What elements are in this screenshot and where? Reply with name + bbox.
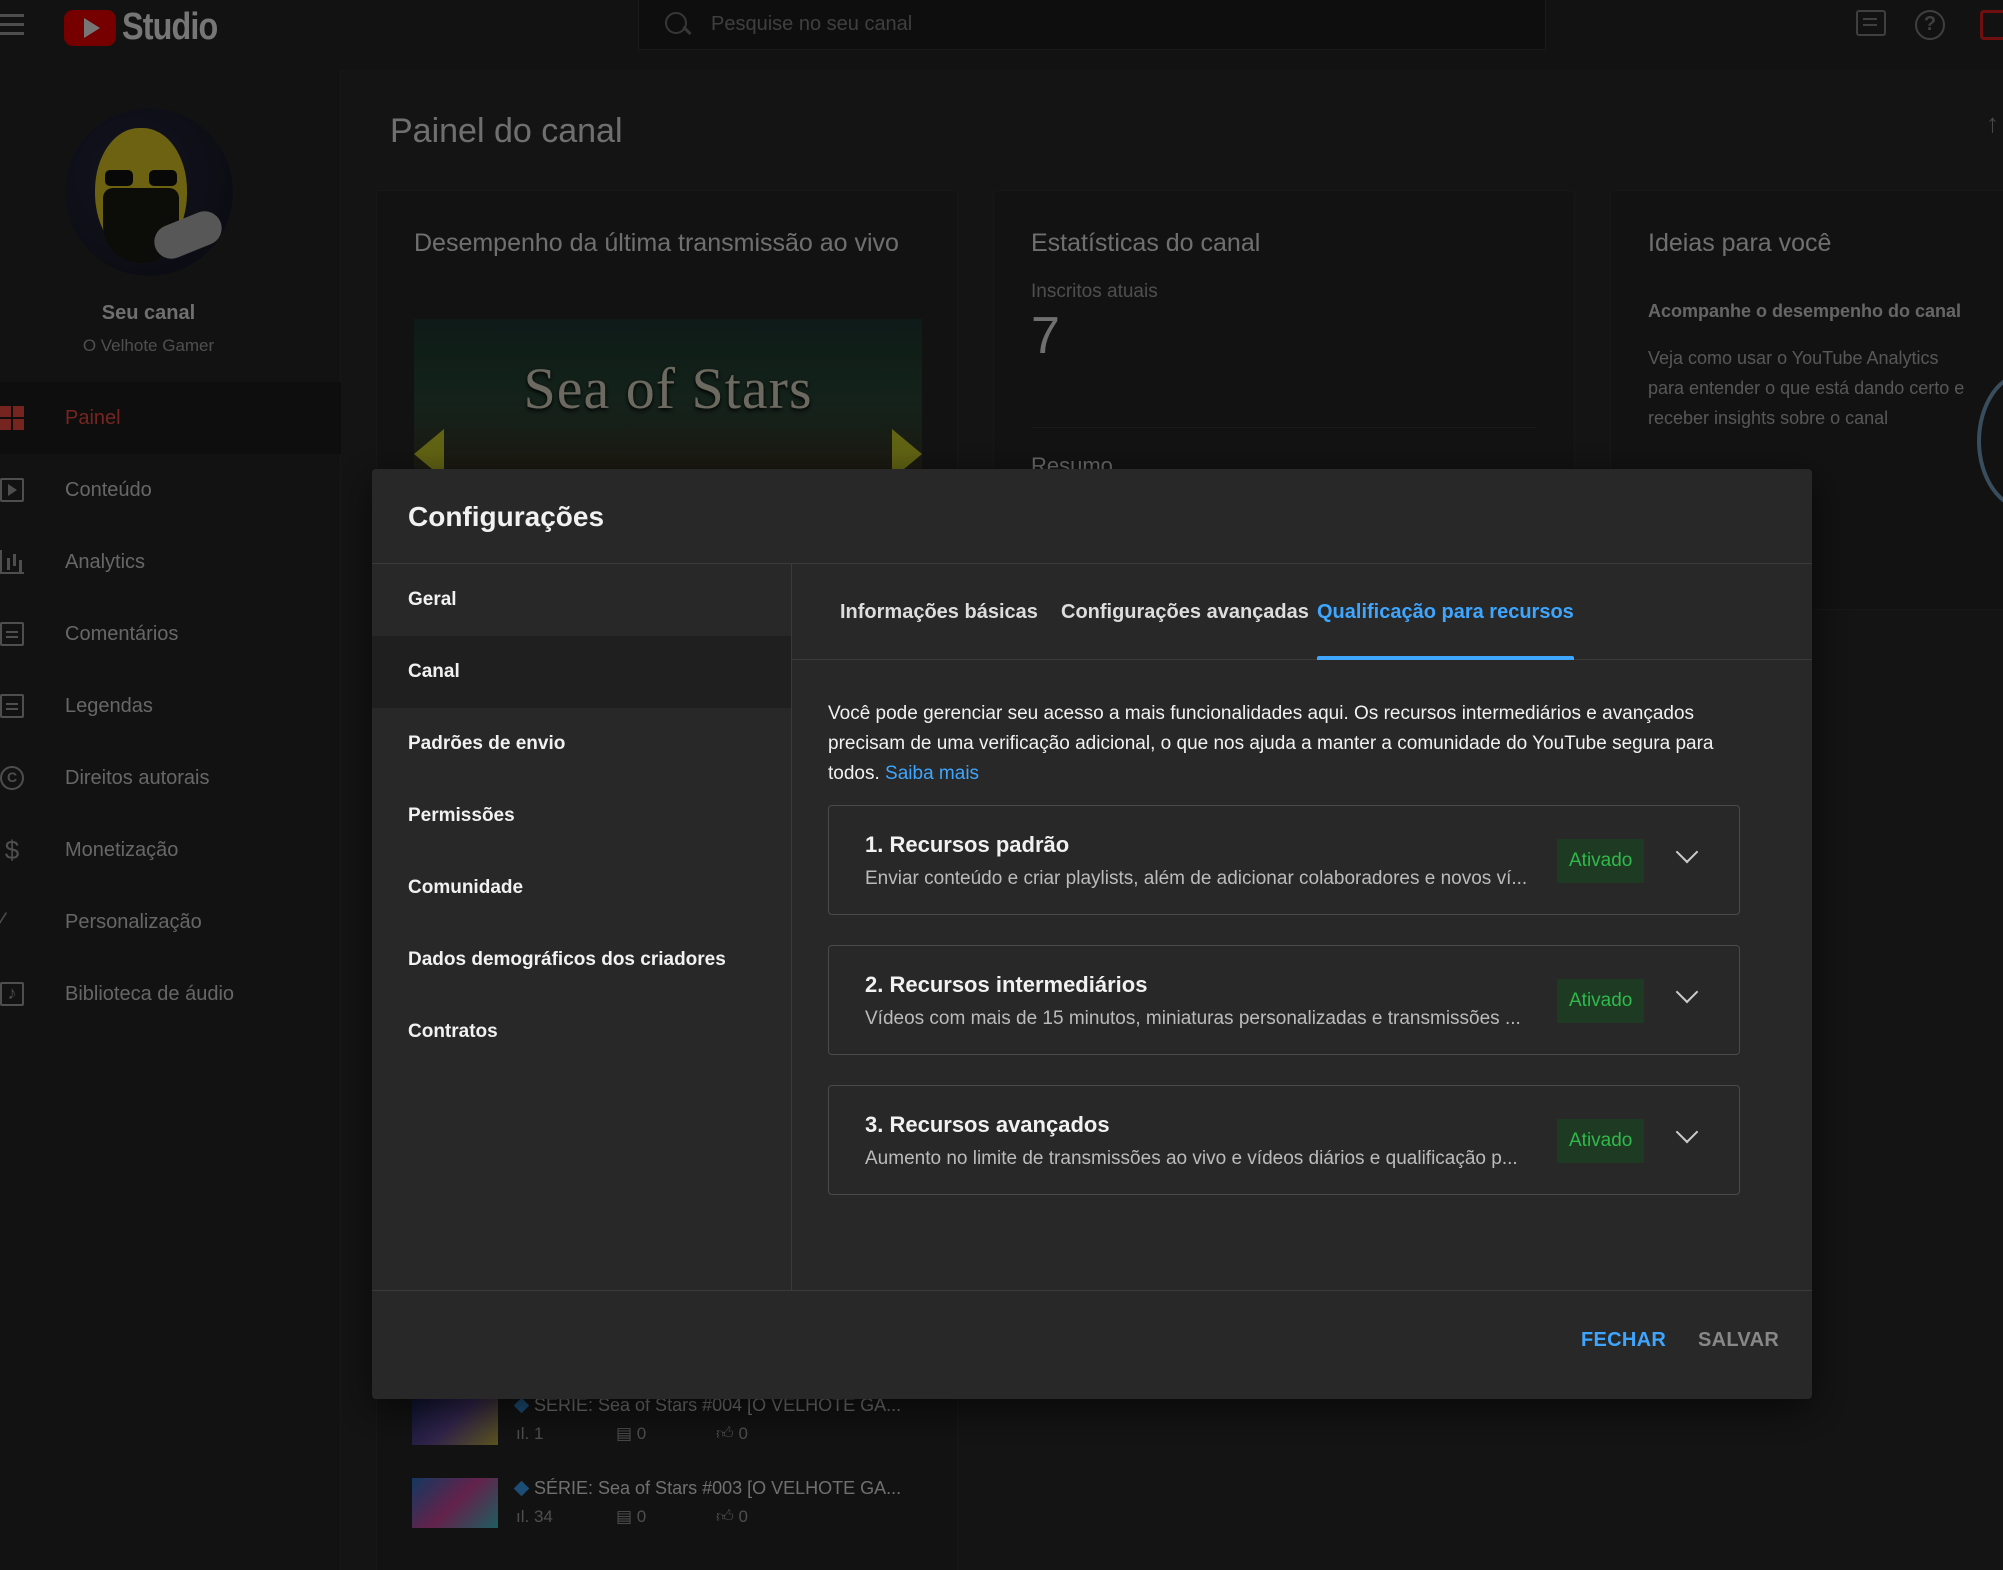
status-badge: Ativado [1557, 979, 1645, 1023]
tab-qualificacao-recursos[interactable]: Qualificação para recursos [1317, 564, 1574, 660]
settings-nav-comunidade[interactable]: Comunidade [372, 852, 791, 924]
settings-nav: Geral Canal Padrões de envio Permissões … [372, 564, 792, 1290]
status-badge: Ativado [1557, 839, 1645, 883]
feature-standard[interactable]: 1. Recursos padrão Enviar conteúdo e cri… [828, 805, 1740, 915]
settings-nav-geral[interactable]: Geral [372, 564, 791, 636]
dialog-title: Configurações [408, 501, 605, 532]
settings-nav-dados-demograficos[interactable]: Dados demográficos dos criadores [372, 924, 791, 996]
learn-more-link[interactable]: Saiba mais [885, 763, 979, 784]
chevron-down-icon[interactable] [1675, 840, 1699, 864]
settings-dialog: Configurações Geral Canal Padrões de env… [372, 469, 1812, 1399]
close-button[interactable]: FECHAR [1581, 1329, 1666, 1352]
feature-title: 3. Recursos avançados [865, 1112, 1110, 1137]
save-button[interactable]: SALVAR [1698, 1329, 1779, 1352]
chevron-down-icon[interactable] [1675, 980, 1699, 1004]
tab-configuracoes-avancadas[interactable]: Configurações avançadas [1061, 564, 1309, 660]
intro-text: Você pode gerenciar seu acesso a mais fu… [828, 699, 1758, 789]
feature-intermediate[interactable]: 2. Recursos intermediários Vídeos com ma… [828, 945, 1740, 1055]
settings-nav-contratos[interactable]: Contratos [372, 996, 791, 1068]
settings-nav-padroes-envio[interactable]: Padrões de envio [372, 708, 791, 780]
settings-tabs: Informações básicas Configurações avança… [792, 564, 1812, 660]
feature-title: 1. Recursos padrão [865, 832, 1070, 857]
settings-nav-canal[interactable]: Canal [372, 636, 791, 708]
feature-advanced[interactable]: 3. Recursos avançados Aumento no limite … [828, 1085, 1740, 1195]
dialog-footer: FECHAR SALVAR [372, 1290, 1812, 1399]
feature-description: Vídeos com mais de 15 minutos, miniatura… [865, 1008, 1521, 1029]
tab-informacoes-basicas[interactable]: Informações básicas [840, 564, 1038, 660]
chevron-down-icon[interactable] [1675, 1120, 1699, 1144]
feature-description: Aumento no limite de transmissões ao viv… [865, 1148, 1518, 1169]
settings-nav-permissoes[interactable]: Permissões [372, 780, 791, 852]
feature-title: 2. Recursos intermediários [865, 972, 1148, 997]
feature-description: Enviar conteúdo e criar playlists, além … [865, 868, 1528, 889]
status-badge: Ativado [1557, 1119, 1645, 1163]
